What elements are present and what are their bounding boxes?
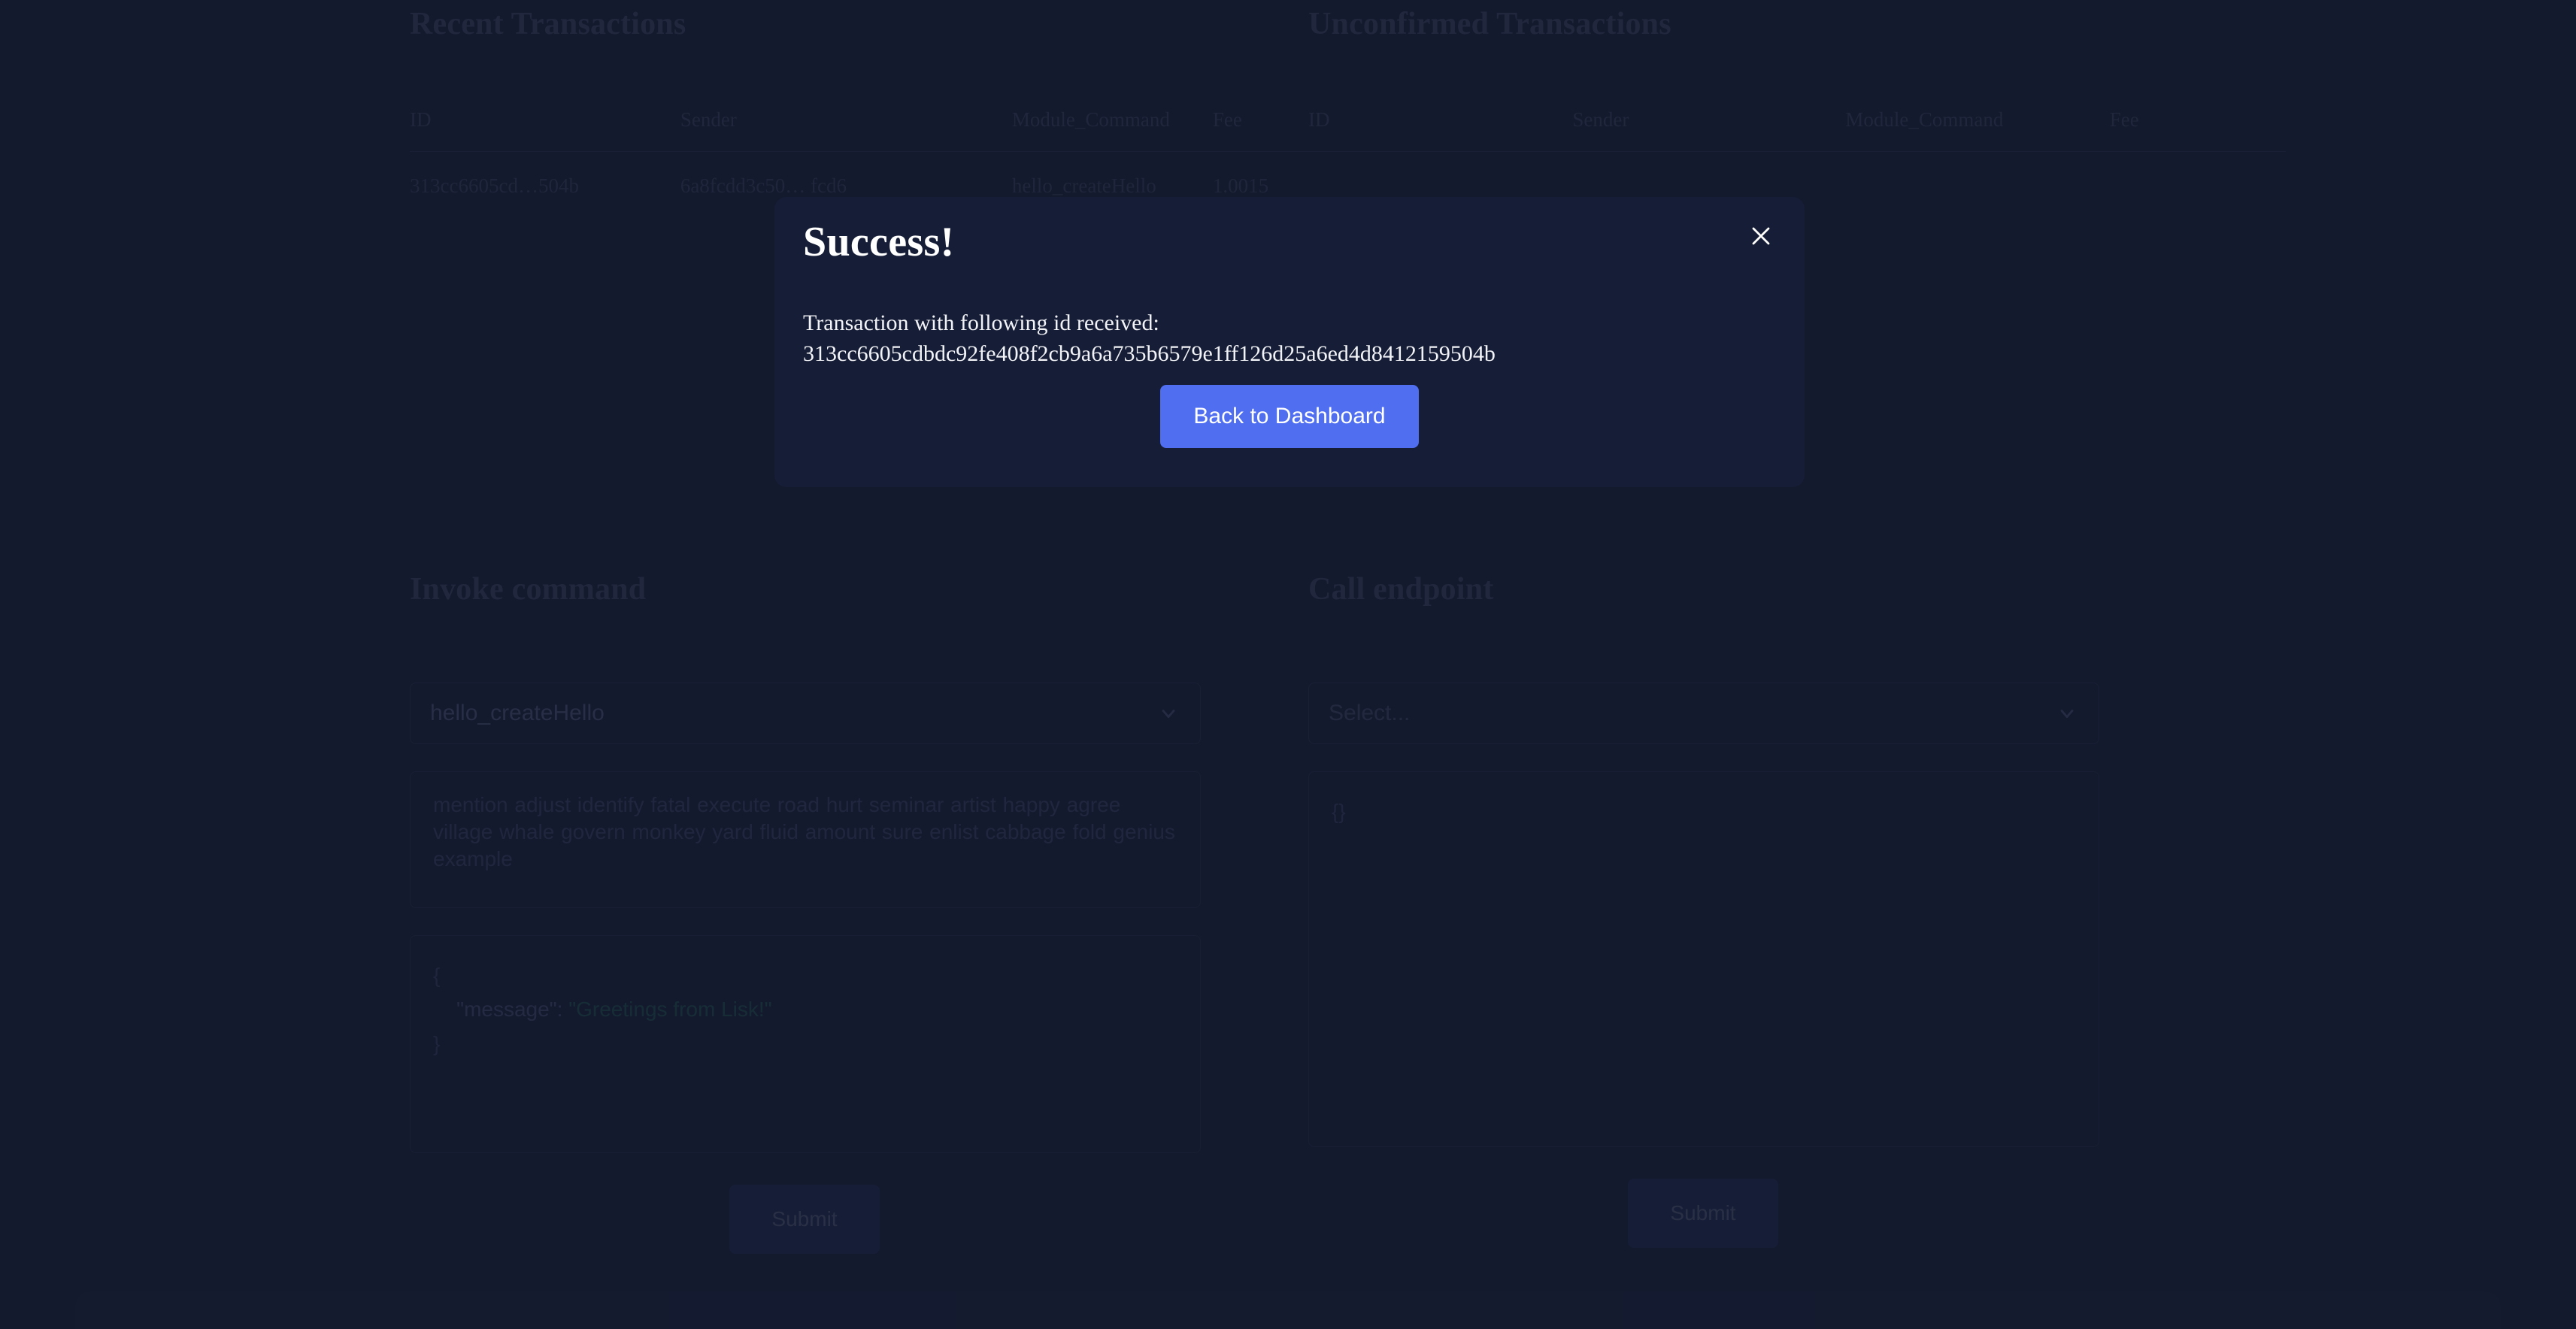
cell-sender: 6a8fcdd3c50… fcd6 xyxy=(680,174,847,197)
invoke-params-json-editor[interactable]: { "message": "Greetings from Lisk!" } xyxy=(410,935,1201,1153)
unconfirmed-transactions-block: Unconfirmed Transactions ID Sender Modul… xyxy=(1308,0,2286,152)
forms-area: Invoke command hello_createHello mention… xyxy=(0,571,2576,1323)
column-header-sender: Sender xyxy=(1572,108,1846,152)
call-endpoint-title: Call endpoint xyxy=(1308,572,1494,607)
column-header-fee: Fee xyxy=(2109,108,2286,152)
invoke-submit-row: Submit xyxy=(410,1185,1207,1254)
cell-fee: 1.0015 xyxy=(1212,174,1269,197)
cell-module-command: hello_createHello xyxy=(1011,174,1156,197)
recent-transactions-block: Recent Transactions ID Sender Module_Com… xyxy=(410,0,1387,198)
column-header-id: ID xyxy=(1308,108,1573,152)
column-header-module-command: Module_Command xyxy=(1845,108,2110,152)
endpoint-params-json-editor[interactable]: {} xyxy=(1308,771,2099,1147)
modal-action-row: Back to Dashboard xyxy=(774,385,1805,448)
call-endpoint-panel: Call endpoint Select... {} Submit xyxy=(1308,571,2105,1248)
passphrase-input[interactable]: mention adjust identify fatal execute ro… xyxy=(410,771,1201,908)
modal-title: Success! xyxy=(803,219,955,265)
command-select[interactable]: hello_createHello xyxy=(410,683,1201,744)
close-icon xyxy=(1750,225,1772,247)
json-open-brace: { xyxy=(433,964,441,987)
invoke-command-panel: Invoke command hello_createHello mention… xyxy=(410,571,1207,1254)
modal-message-label: Transaction with following id received: xyxy=(803,310,1159,335)
command-select-value: hello_createHello xyxy=(430,701,605,725)
unconfirmed-transactions-title: Unconfirmed Transactions xyxy=(1308,7,1671,41)
endpoint-select-value: Select... xyxy=(1329,701,1411,725)
endpoint-submit-row: Submit xyxy=(1308,1179,2105,1248)
close-button[interactable] xyxy=(1743,218,1779,254)
table-empty-state xyxy=(1308,152,2286,153)
column-header-id: ID xyxy=(410,108,680,152)
success-modal: Success! Transaction with following id r… xyxy=(774,197,1805,487)
json-key: "message": xyxy=(456,998,563,1022)
unconfirmed-transactions-table: ID Sender Module_Command Fee xyxy=(1308,108,2286,152)
endpoint-submit-button[interactable]: Submit xyxy=(1628,1179,1778,1248)
back-to-dashboard-button[interactable]: Back to Dashboard xyxy=(1160,385,1419,448)
chevron-down-icon xyxy=(2056,703,2077,724)
passphrase-text: mention adjust identify fatal execute ro… xyxy=(433,793,1175,870)
recent-transactions-table: ID Sender Module_Command Fee 313cc6605cd… xyxy=(410,108,1387,198)
chevron-down-icon xyxy=(1158,703,1179,724)
column-header-sender: Sender xyxy=(680,108,1012,152)
table-header-row: ID Sender Module_Command Fee xyxy=(1308,108,2286,152)
table-row[interactable]: 313cc6605cd…504b 6a8fcdd3c50… fcd6 hello… xyxy=(410,152,1387,198)
column-header-module-command: Module_Command xyxy=(1011,108,1213,152)
invoke-submit-button[interactable]: Submit xyxy=(729,1185,880,1254)
invoke-command-title: Invoke command xyxy=(410,572,647,607)
cell-id: 313cc6605cd…504b xyxy=(410,174,579,197)
json-value: "Greetings from Lisk!" xyxy=(568,998,772,1022)
modal-transaction-id: 313cc6605cdbdc92fe408f2cb9a6a735b6579e1f… xyxy=(803,341,1496,366)
table-header-row: ID Sender Module_Command Fee xyxy=(410,108,1387,152)
recent-transactions-title: Recent Transactions xyxy=(410,7,686,41)
json-close-brace: } xyxy=(433,1031,441,1055)
endpoint-select[interactable]: Select... xyxy=(1308,683,2099,744)
json-code-block: { "message": "Greetings from Lisk!" } xyxy=(433,958,1177,1061)
json-code-block: {} xyxy=(1332,800,1346,823)
modal-body: Transaction with following id received: … xyxy=(803,308,1758,370)
